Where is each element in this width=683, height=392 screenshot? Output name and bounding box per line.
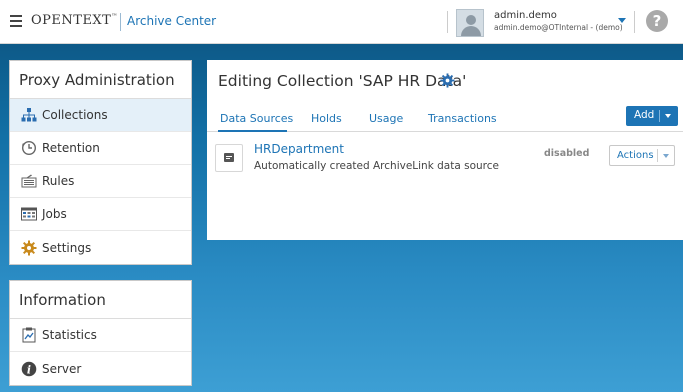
sidebar-item-collections[interactable]: Collections [10, 99, 191, 132]
gear-icon [21, 240, 37, 256]
app-name[interactable]: Archive Center [127, 14, 216, 28]
proxy-administration-title: Proxy Administration [10, 61, 191, 99]
top-bar: OPENTEXT™ Archive Center admin.demo admi… [0, 0, 683, 44]
active-tab-indicator [218, 130, 287, 132]
sidebar-item-label: Server [42, 361, 82, 376]
add-button-label: Add [634, 109, 655, 121]
svg-text:i: i [27, 363, 31, 376]
status-badge: disabled [544, 148, 590, 159]
sidebar-item-label: Settings [42, 240, 92, 255]
sidebar-item-label: Jobs [42, 207, 67, 221]
brand-divider [120, 13, 121, 31]
information-panel: Information Statistics i Server [9, 280, 192, 386]
proxy-administration-panel: Proxy Administration Collections Retenti… [9, 60, 192, 265]
add-button[interactable]: Add [626, 106, 678, 126]
info-icon: i [21, 361, 37, 377]
tab-transactions[interactable]: Transactions [428, 112, 497, 125]
tab-data-sources[interactable]: Data Sources [220, 112, 293, 125]
information-title: Information [10, 281, 191, 319]
sidebar-item-server[interactable]: i Server [10, 352, 191, 385]
list-item[interactable]: HRDepartment Automatically created Archi… [215, 142, 680, 176]
user-email[interactable]: admin.demo@OTInternal - (demo) [494, 23, 623, 32]
chevron-down-icon[interactable] [663, 154, 669, 158]
user-menu-chevron-down-icon[interactable] [618, 18, 626, 23]
tab-usage[interactable]: Usage [369, 112, 403, 125]
sidebar-item-label: Collections [42, 108, 108, 122]
tab-bar: Data Sources Holds Usage Transactions [207, 108, 683, 132]
actions-button[interactable]: Actions [609, 145, 675, 166]
help-icon[interactable]: ? [646, 10, 668, 32]
tab-holds[interactable]: Holds [311, 112, 342, 125]
user-name[interactable]: admin.demo [494, 10, 557, 21]
jobs-icon [21, 206, 37, 222]
sidebar-item-jobs[interactable]: Jobs [10, 198, 191, 231]
retention-icon [21, 140, 37, 156]
data-source-name-link[interactable]: HRDepartment [254, 142, 344, 156]
gear-icon[interactable] [440, 73, 455, 92]
collections-icon [21, 107, 37, 123]
statistics-icon [21, 327, 37, 343]
avatar[interactable] [456, 9, 484, 37]
data-source-icon [215, 144, 243, 172]
help-separator [634, 11, 635, 33]
sidebar-item-label: Rules [42, 174, 75, 188]
hamburger-menu-icon[interactable] [10, 15, 22, 27]
collection-editor-card: Editing Collection 'SAP HR Data' Data So… [207, 60, 683, 240]
sidebar-item-rules[interactable]: Rules [10, 165, 191, 198]
chevron-down-icon[interactable] [665, 114, 671, 118]
rules-icon [21, 173, 37, 189]
sidebar-item-label: Retention [42, 141, 100, 155]
sidebar-item-settings[interactable]: Settings [10, 231, 191, 264]
sidebar-item-statistics[interactable]: Statistics [10, 319, 191, 352]
user-separator [447, 11, 448, 33]
data-source-description: Automatically created ArchiveLink data s… [254, 160, 499, 172]
sidebar-item-label: Statistics [42, 328, 97, 342]
page-title: Editing Collection 'SAP HR Data' [218, 72, 467, 90]
opentext-logo: OPENTEXT™ [31, 13, 118, 28]
actions-button-label: Actions [617, 150, 654, 161]
sidebar-item-retention[interactable]: Retention [10, 132, 191, 165]
